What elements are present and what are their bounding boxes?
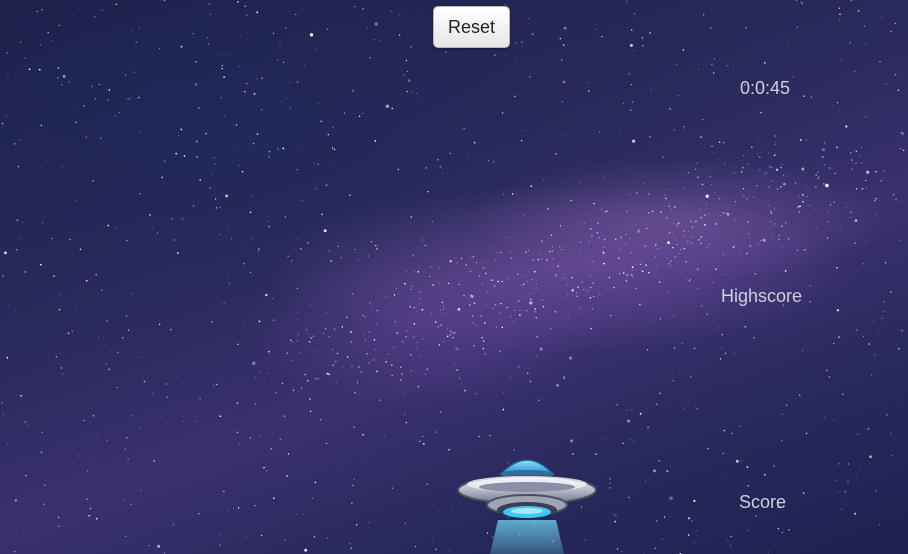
game-canvas: Reset 0:0:45 Highscore Score <box>0 0 908 554</box>
reset-button[interactable]: Reset <box>433 6 510 48</box>
highscore-label: Highscore <box>721 286 803 306</box>
ufo-icon[interactable] <box>454 450 600 554</box>
score-label: Score <box>739 492 787 512</box>
timer-display: 0:0:45 <box>740 78 791 98</box>
